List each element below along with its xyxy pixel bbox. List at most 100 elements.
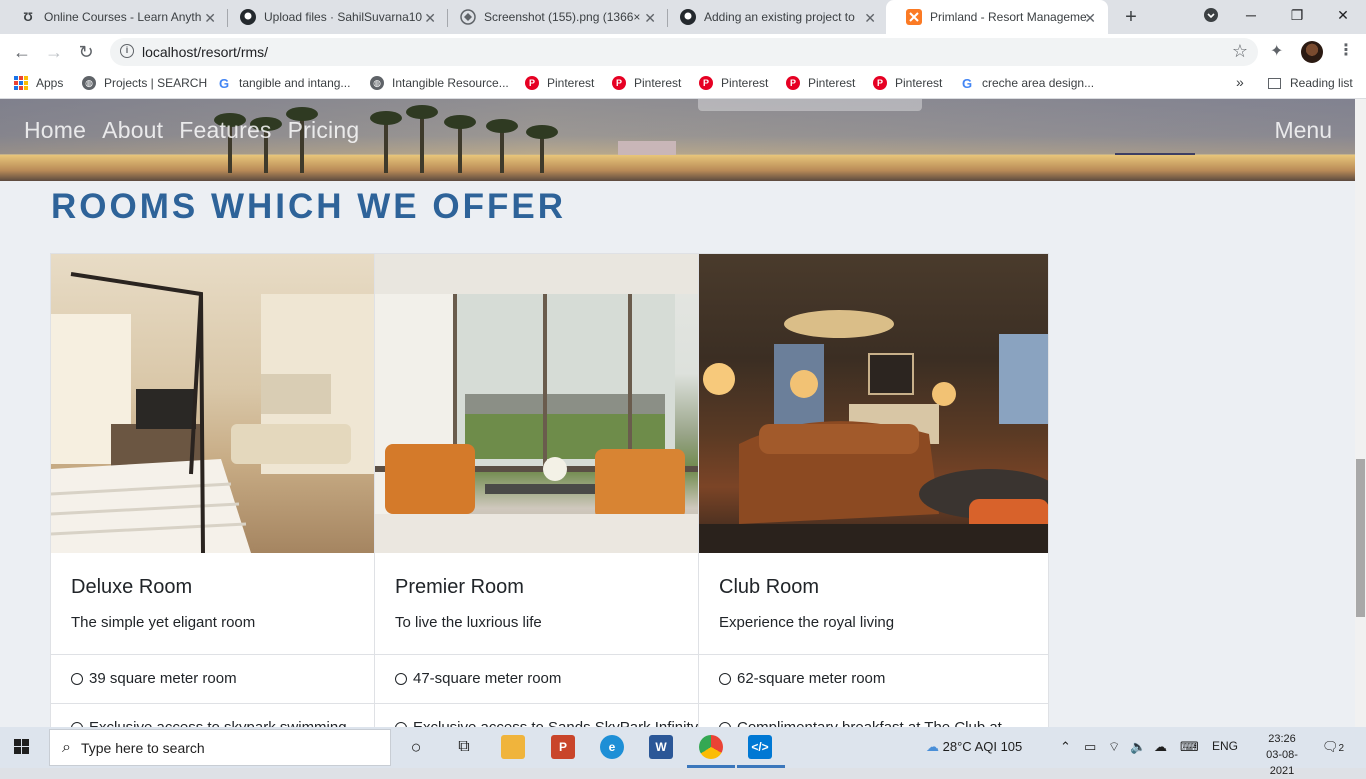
- tab-adding-project[interactable]: Adding an existing project to ✕: [660, 0, 888, 34]
- restore-button[interactable]: ❐: [1274, 0, 1320, 30]
- globe-icon: ◍: [370, 76, 384, 90]
- wifi-icon[interactable]: ⌔: [1108, 739, 1120, 755]
- tab-screenshot[interactable]: Screenshot (155).png (1366× ✕: [440, 0, 668, 34]
- close-tab-icon[interactable]: ✕: [1084, 10, 1096, 27]
- onedrive-icon[interactable]: ☁: [1154, 739, 1167, 755]
- edge-icon[interactable]: e: [600, 735, 624, 759]
- bookmark-tangible[interactable]: G tangible and intang...: [217, 75, 350, 91]
- scrollbar-thumb[interactable]: [1356, 459, 1365, 617]
- room-feature: Complimentary breakfast at The Club at: [719, 719, 1002, 727]
- hero-banner: Home About Features Pricing Menu: [0, 99, 1355, 181]
- cortana-icon[interactable]: ○: [404, 735, 428, 759]
- circle-bullet-icon: [71, 672, 83, 685]
- bookmark-creche[interactable]: G creche area design...: [960, 75, 1094, 91]
- bookmark-intangible[interactable]: ◍ Intangible Resource...: [370, 76, 509, 90]
- taskbar-search-box[interactable]: ⌕ Type here to search: [49, 729, 391, 766]
- forward-button[interactable]: →: [42, 40, 66, 64]
- xampp-icon: [906, 9, 922, 25]
- close-tab-icon[interactable]: ✕: [424, 10, 436, 27]
- tray-chevron-icon[interactable]: ⌃: [1060, 739, 1071, 755]
- extensions-icon[interactable]: ✦: [1270, 41, 1283, 61]
- nav-home-link[interactable]: Home: [24, 117, 86, 144]
- web-icon: [460, 9, 476, 25]
- windows-taskbar: ⌕ Type here to search ○ ⧉ P e W </> ☁ 28…: [0, 727, 1366, 777]
- reload-button[interactable]: ↻: [74, 40, 98, 64]
- reading-list-icon: [1268, 77, 1281, 89]
- bookmark-pinterest-1[interactable]: P Pinterest: [525, 76, 594, 90]
- close-tab-icon[interactable]: ✕: [644, 10, 656, 27]
- more-menu-icon[interactable]: ⋮: [1338, 40, 1354, 60]
- room-name: Premier Room: [395, 576, 524, 598]
- minimize-button[interactable]: ─: [1228, 0, 1274, 30]
- vscode-icon[interactable]: </>: [748, 735, 772, 759]
- browser-tab-strip: Ʊ Online Courses - Learn Anyth ✕ Upload …: [0, 0, 1366, 34]
- keyboard-icon[interactable]: ⌨: [1180, 739, 1199, 755]
- bookmark-apps[interactable]: Apps: [14, 76, 63, 90]
- weather-widget[interactable]: ☁ 28°C AQI 105: [926, 739, 1022, 755]
- pinterest-icon: P: [873, 76, 887, 90]
- tab-online-courses[interactable]: Ʊ Online Courses - Learn Anyth ✕: [0, 0, 228, 34]
- chrome-icon[interactable]: [699, 735, 723, 759]
- bookmark-star-icon[interactable]: ☆: [1232, 41, 1248, 62]
- reading-list-button[interactable]: Reading list: [1268, 76, 1353, 90]
- battery-icon[interactable]: ▭: [1084, 739, 1096, 755]
- room-description: Experience the royal living: [719, 614, 895, 631]
- github-icon: [240, 9, 256, 25]
- bookmark-pinterest-5[interactable]: P Pinterest: [873, 76, 942, 90]
- google-icon: G: [217, 75, 231, 91]
- room-name: Deluxe Room: [71, 576, 193, 598]
- notifications-icon[interactable]: 🗨2: [1322, 739, 1344, 755]
- address-bar[interactable]: i localhost/resort/rms/ ☆: [110, 38, 1258, 66]
- room-feature: 47-square meter room: [395, 670, 561, 687]
- room-description: To live the luxrious life: [395, 614, 542, 631]
- nav-pricing-link[interactable]: Pricing: [288, 117, 360, 144]
- close-tab-icon[interactable]: ✕: [204, 10, 216, 27]
- nav-features-link[interactable]: Features: [179, 117, 271, 144]
- pinterest-icon: P: [612, 76, 626, 90]
- page-scrollbar[interactable]: [1355, 99, 1366, 727]
- word-icon[interactable]: W: [649, 735, 673, 759]
- close-tab-icon[interactable]: ✕: [864, 10, 876, 27]
- bookmark-pinterest-4[interactable]: P Pinterest: [786, 76, 855, 90]
- volume-icon[interactable]: 🔈: [1130, 739, 1146, 755]
- bookmarks-overflow-button[interactable]: »: [1236, 74, 1244, 90]
- bookmark-pinterest-3[interactable]: P Pinterest: [699, 76, 768, 90]
- menu-button[interactable]: Menu: [1274, 117, 1332, 144]
- profile-avatar[interactable]: [1301, 41, 1323, 63]
- udemy-icon: Ʊ: [23, 10, 33, 24]
- back-button[interactable]: ←: [10, 40, 34, 64]
- task-view-icon[interactable]: ⧉: [452, 735, 476, 759]
- nav-about-link[interactable]: About: [102, 117, 163, 144]
- circle-bullet-icon: [395, 672, 407, 685]
- tab-upload-files[interactable]: Upload files · SahilSuvarna10 ✕: [220, 0, 448, 34]
- room-card-deluxe[interactable]: Deluxe Room The simple yet eligant room …: [50, 253, 375, 727]
- pinterest-icon: P: [525, 76, 539, 90]
- bookmark-projects[interactable]: ◍ Projects | SEARCH: [82, 76, 207, 90]
- weather-icon: ☁: [926, 739, 939, 754]
- file-explorer-icon[interactable]: [501, 735, 525, 759]
- apps-grid-icon: [14, 76, 28, 90]
- pinterest-icon: P: [786, 76, 800, 90]
- close-window-button[interactable]: ✕: [1320, 0, 1366, 30]
- circle-bullet-icon: [719, 672, 731, 685]
- google-icon: G: [960, 75, 974, 91]
- search-icon: ⌕: [62, 738, 71, 756]
- language-indicator[interactable]: ENG: [1212, 739, 1238, 753]
- room-card-premier[interactable]: Premier Room To live the luxrious life 4…: [375, 253, 699, 727]
- pinterest-icon: P: [699, 76, 713, 90]
- site-info-icon[interactable]: i: [120, 44, 134, 58]
- browser-toolbar: ← → ↻ i localhost/resort/rms/ ☆ ✦ ⋮: [0, 34, 1366, 70]
- new-tab-button[interactable]: +: [1120, 6, 1142, 28]
- room-feature: Exclusive access to Sands SkyPark Infini…: [395, 719, 698, 727]
- url-text[interactable]: localhost/resort/rms/: [142, 44, 268, 60]
- bookmark-pinterest-2[interactable]: P Pinterest: [612, 76, 681, 90]
- room-cards: Deluxe Room The simple yet eligant room …: [50, 253, 1049, 727]
- room-card-club[interactable]: Club Room Experience the royal living 62…: [699, 253, 1049, 727]
- windows-start-icon[interactable]: [14, 739, 29, 754]
- room-name: Club Room: [719, 576, 820, 598]
- room-feature: 39 square meter room: [71, 670, 237, 687]
- powerpoint-icon[interactable]: P: [551, 735, 575, 759]
- tab-primland-active[interactable]: Primland - Resort Manageme ✕: [886, 0, 1108, 34]
- taskbar-clock[interactable]: 23:26 03-08-2021: [1262, 731, 1302, 779]
- section-title: ROOMS WHICH WE OFFER: [51, 187, 566, 226]
